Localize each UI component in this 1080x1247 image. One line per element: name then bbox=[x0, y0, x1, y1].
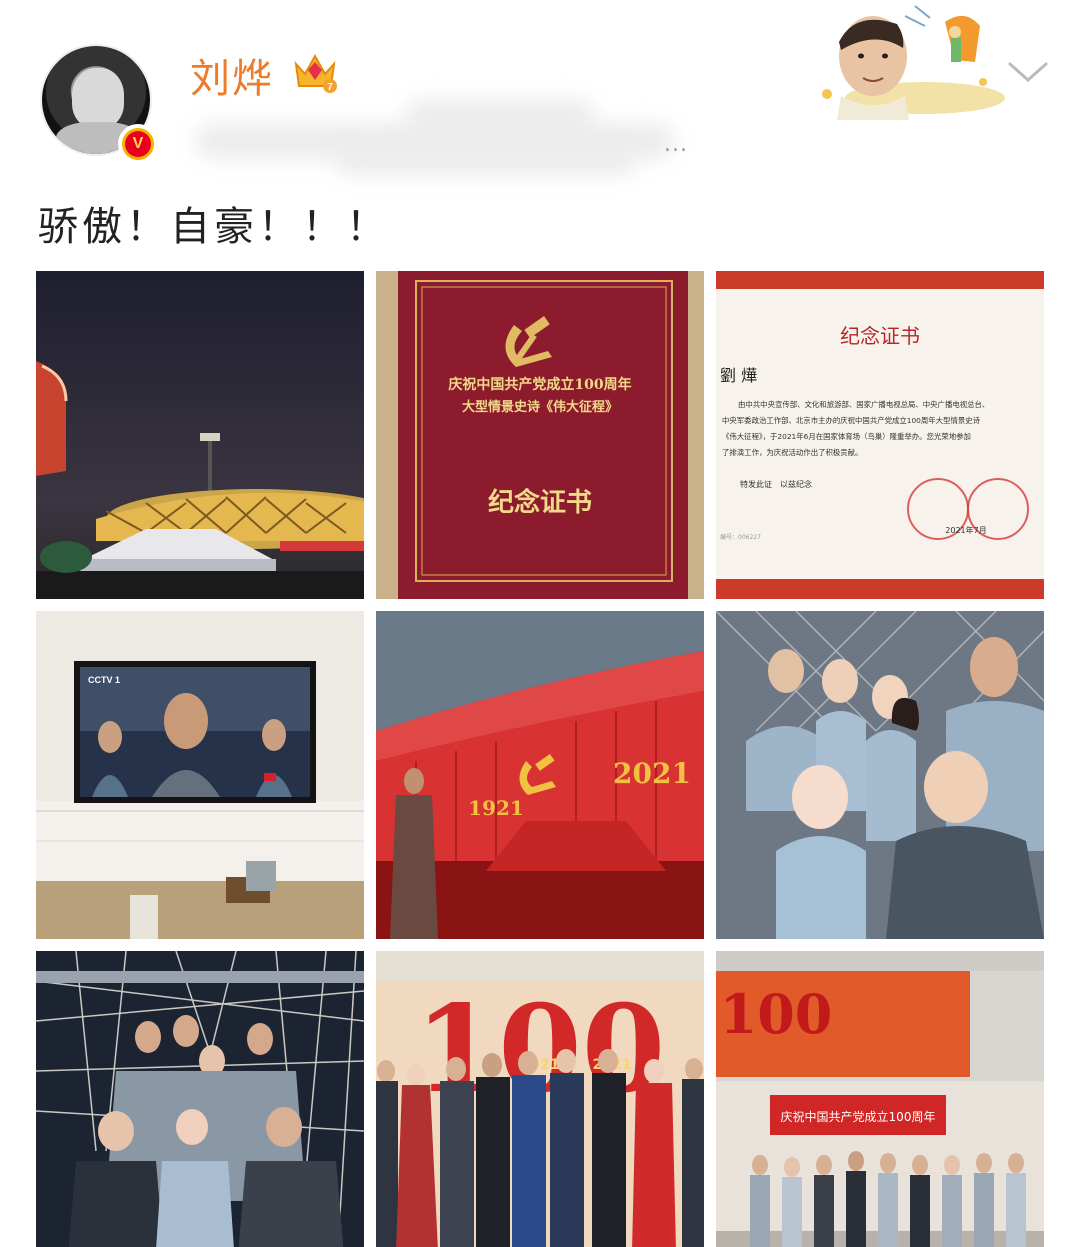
photo-certificate-cover[interactable]: 庆祝中国共产党成立100周年 大型情景史诗《伟大征程》 纪念证书 bbox=[376, 271, 704, 599]
cover-line-1: 庆祝中国共产党成立100周年 bbox=[448, 376, 631, 393]
tv-channel-logo: CCTV 1 bbox=[88, 675, 120, 685]
chevron-down-icon[interactable] bbox=[1008, 60, 1048, 84]
cover-line-2: 大型情景史诗《伟大征程》 bbox=[462, 399, 618, 415]
post-text: 骄傲！自豪！！！ bbox=[38, 204, 390, 250]
photo-birds-nest-night[interactable] bbox=[36, 271, 364, 599]
photo-tv-broadcast[interactable]: CCTV 1 bbox=[36, 611, 364, 939]
blurred-subtitle bbox=[195, 95, 675, 183]
cert-body-4: 了排演工作，为庆祝活动作出了积极贡献。 bbox=[722, 448, 862, 457]
photo-exhibition-group[interactable]: 100 庆祝中国共产党成立100周年 bbox=[716, 951, 1044, 1247]
stage-year-right: 2021 bbox=[613, 757, 691, 790]
exhibit-100: 100 bbox=[720, 982, 833, 1046]
photo-certificate-page[interactable]: 纪念证书 劉 燁 由中共中央宣传部、文化和旅游部、国家广播电视总局、中央广播电视… bbox=[716, 271, 1044, 599]
photo-cast-100-backdrop[interactable]: 100 1921 2021 bbox=[376, 951, 704, 1247]
exhibit-banner: 庆祝中国共产党成立100周年 bbox=[781, 1109, 936, 1124]
photo-cast-net-stage[interactable] bbox=[36, 951, 364, 1247]
cover-title: 纪念证书 bbox=[488, 487, 592, 518]
stage-year-left: 1921 bbox=[468, 796, 524, 820]
vip-crown-icon: 7 bbox=[294, 53, 337, 93]
cert-body-1: 由中共中央宣传部、文化和旅游部、国家广播电视总局、中央广播电视总台、 bbox=[738, 400, 989, 409]
cert-closing: 特发此证 以兹纪念 bbox=[740, 479, 812, 489]
card-decoration-icon bbox=[822, 5, 1005, 120]
cert-name: 劉 燁 bbox=[720, 366, 757, 385]
cert-number: 编号：006227 bbox=[720, 533, 761, 541]
avatar[interactable]: V bbox=[40, 44, 160, 164]
cert-title: 纪念证书 bbox=[840, 324, 920, 348]
verified-badge-label: V bbox=[125, 131, 151, 157]
cert-body-3: 《伟大征程》，于2021年6月在国家体育场（鸟巢）隆重举办。您光荣地参加 bbox=[722, 432, 971, 441]
cert-body-2: 中央军委政治工作部、北京市主办的庆祝中国共产党成立100周年大型情景史诗 bbox=[722, 416, 981, 425]
subtitle-ellipsis: ... bbox=[664, 132, 688, 157]
photo-red-stage[interactable]: 1921 2021 bbox=[376, 611, 704, 939]
vip-level-label: 7 bbox=[327, 82, 333, 93]
photo-grid: 庆祝中国共产党成立100周年 大型情景史诗《伟大征程》 纪念证书 纪念证书 劉 … bbox=[36, 271, 1044, 1247]
verified-badge-icon: V bbox=[118, 124, 158, 164]
cert-date: 2021年7月 bbox=[945, 525, 986, 535]
photo-group-selfie[interactable] bbox=[716, 611, 1044, 939]
